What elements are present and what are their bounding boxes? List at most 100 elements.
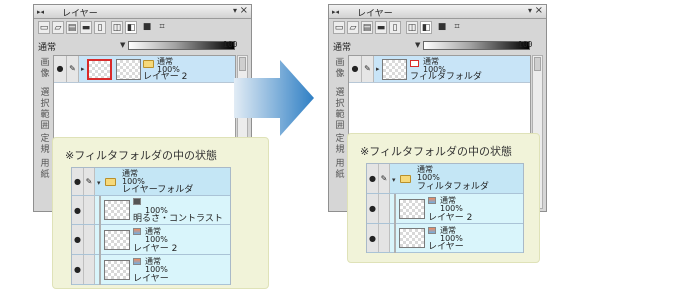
side-tab-selection[interactable]: 選択範囲: [38, 88, 52, 132]
layer-opacity: 100%: [417, 173, 440, 182]
side-tab-image[interactable]: 画像: [38, 58, 52, 80]
close-icon[interactable]: ×: [240, 5, 248, 16]
panel-grip-icon[interactable]: ▸◂: [332, 8, 339, 16]
panel-grip-icon[interactable]: ▸◂: [37, 8, 44, 16]
panel-menu-icon[interactable]: ▾: [233, 6, 237, 15]
expand-arrow-icon[interactable]: ▸: [81, 65, 85, 73]
blend-mode-select[interactable]: 通常: [333, 40, 351, 53]
new-folder-icon[interactable]: ▬: [80, 21, 92, 34]
eye-icon: ●: [367, 224, 379, 252]
new-tone-layer-icon[interactable]: ▤: [361, 21, 373, 34]
filter-icon[interactable]: ◧: [125, 21, 137, 34]
new-vector-layer-icon[interactable]: ▱: [52, 21, 64, 34]
callout-title: ※フィルタフォルダの中の状態: [360, 145, 512, 158]
new-raster-layer-icon[interactable]: ▭: [333, 21, 345, 34]
side-tab-selection[interactable]: 選択範囲: [333, 88, 347, 132]
filter-icon[interactable]: ◧: [420, 21, 432, 34]
pen-icon[interactable]: ✎: [67, 56, 79, 82]
expand-arrow-icon[interactable]: ▸: [376, 65, 380, 73]
pen-icon: [379, 194, 390, 223]
list-item: ● ✎ ▾ 通常 100% フィルタフォルダ: [367, 164, 523, 194]
panel-title: レイヤー: [357, 9, 393, 19]
pen-icon: [379, 224, 390, 252]
transform-icon[interactable]: ⌗: [156, 21, 168, 34]
new-raster-layer-icon[interactable]: ▭: [38, 21, 50, 34]
chevron-down-icon[interactable]: ▼: [120, 41, 125, 49]
folder-indent-line: [99, 225, 101, 255]
folder-indent-line: [99, 196, 101, 225]
side-tabs: 画像 選択範囲 定規 用紙: [333, 56, 347, 206]
list-item: ● 100% 明るさ・コントラスト: [72, 196, 230, 225]
blend-row: 通常 ▼ 100: [38, 39, 247, 53]
right-arrow-icon: [234, 60, 314, 136]
list-item: ● 通常 100% レイヤー 2: [72, 225, 230, 255]
pen-icon: [84, 196, 95, 224]
folder-icon: [143, 60, 154, 68]
side-tab-paper[interactable]: 用紙: [333, 159, 347, 181]
layer-name: レイヤー: [133, 274, 169, 284]
layer-thumbnail: [104, 200, 130, 220]
callout-filter-folder-contents: ※フィルタフォルダの中の状態 ● ✎ ▾ 通常 100% レイヤーフォルダ ● …: [52, 137, 269, 289]
panel-menu-icon[interactable]: ▾: [528, 6, 532, 15]
layer-thumbnail[interactable]: [382, 59, 407, 80]
layer-name: レイヤー: [428, 242, 464, 252]
panel-title: レイヤー: [62, 9, 98, 19]
eye-icon: ●: [72, 196, 84, 224]
new-vector-layer-icon[interactable]: ▱: [347, 21, 359, 34]
blend-row: 通常 ▼ 100: [333, 39, 542, 53]
layer-name: 明るさ・コントラスト: [133, 214, 223, 224]
layer-name: フィルタフォルダ: [417, 182, 489, 192]
layer-thumbnail: [399, 199, 425, 219]
layer-opacity: 100%: [145, 265, 168, 274]
blend-mode-select[interactable]: 通常: [38, 40, 56, 53]
eye-icon: ●: [367, 194, 379, 223]
eye-icon: ●: [72, 168, 84, 195]
new-folder-icon[interactable]: ▬: [375, 21, 387, 34]
layer-opacity: 100%: [440, 204, 463, 213]
new-tone-layer-icon[interactable]: ▤: [66, 21, 78, 34]
layer-name: レイヤー 2: [428, 213, 473, 223]
eye-icon[interactable]: ●: [54, 56, 67, 82]
opacity-slider[interactable]: [423, 41, 530, 50]
expand-arrow-icon: ▾: [97, 179, 101, 187]
scroll-thumb[interactable]: [534, 57, 541, 71]
pen-icon[interactable]: ✎: [362, 56, 374, 82]
chevron-down-icon[interactable]: ▼: [415, 41, 420, 49]
list-item: ● 通常 100% レイヤー 2: [367, 194, 523, 224]
mask-icon[interactable]: ◫: [406, 21, 418, 34]
eye-icon[interactable]: ●: [349, 56, 362, 82]
layer-row[interactable]: ● ✎ ▸ 通常 100% フィルタフォルダ: [349, 56, 530, 83]
side-tab-image[interactable]: 画像: [333, 58, 347, 80]
layer-thumbnail[interactable]: [116, 59, 141, 80]
raster-layer-icon: [428, 227, 436, 234]
folder-icon: [400, 175, 411, 183]
side-tab-ruler[interactable]: 定規: [38, 134, 52, 156]
opacity-slider[interactable]: [128, 41, 235, 50]
close-icon[interactable]: ×: [535, 5, 543, 16]
raster-layer-icon: [428, 197, 436, 204]
side-tab-paper[interactable]: 用紙: [38, 159, 52, 181]
side-tab-ruler[interactable]: 定規: [333, 134, 347, 156]
side-tabs: 画像 選択範囲 定規 用紙: [38, 56, 52, 206]
layer-row[interactable]: ● ✎ ▸ 通常 100% レイヤー 2: [54, 56, 235, 83]
panel-titlebar[interactable]: ▸◂ レイヤー ▾ ×: [34, 5, 251, 19]
delete-layer-icon[interactable]: ▯: [94, 21, 106, 34]
layer-thumbnail: [104, 260, 130, 280]
list-item: ● ✎ ▾ 通常 100% レイヤーフォルダ: [72, 168, 230, 196]
eye-icon: ●: [367, 164, 379, 193]
layer-name: レイヤー 2: [143, 72, 188, 82]
lock-icon[interactable]: ■: [141, 21, 153, 34]
correction-layer-icon: [133, 198, 141, 205]
layer-thumbnail: [399, 228, 425, 248]
pen-icon: [84, 255, 95, 284]
mask-icon[interactable]: ◫: [111, 21, 123, 34]
layer-opacity: 100%: [145, 235, 168, 244]
callout-filter-folder-contents: ※フィルタフォルダの中の状態 ● ✎ ▾ 通常 100% フィルタフォルダ ● …: [347, 133, 540, 263]
lock-icon[interactable]: ■: [436, 21, 448, 34]
eye-icon: ●: [72, 225, 84, 254]
layer-name: レイヤーフォルダ: [122, 185, 194, 195]
delete-layer-icon[interactable]: ▯: [389, 21, 401, 34]
transform-icon[interactable]: ⌗: [451, 21, 463, 34]
panel-titlebar[interactable]: ▸◂ レイヤー ▾ ×: [329, 5, 546, 19]
mask-thumbnail[interactable]: [87, 59, 112, 80]
